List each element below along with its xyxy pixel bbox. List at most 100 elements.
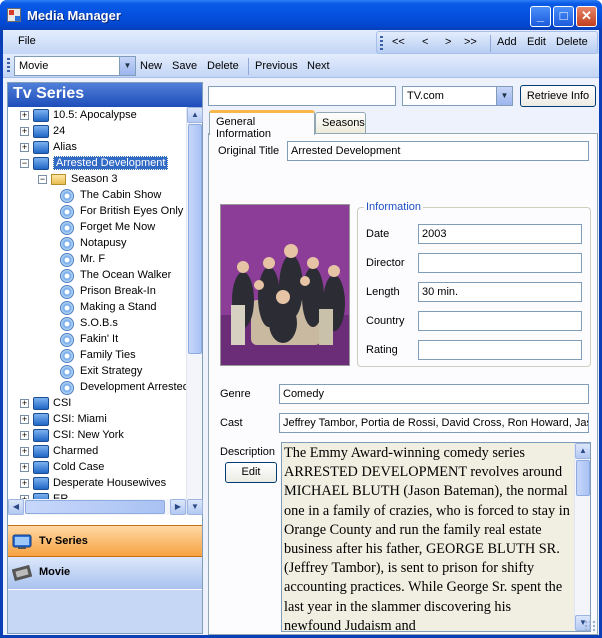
scroll-down-icon[interactable]: ▼	[187, 499, 203, 515]
tree-episode-item[interactable]: Exit Strategy	[8, 364, 186, 380]
original-title-field[interactable]: Arrested Development	[287, 141, 589, 161]
tree-series-item[interactable]: + CSI	[8, 396, 186, 412]
scroll-thumb[interactable]	[25, 500, 165, 514]
tree-vertical-scrollbar[interactable]: ▲ ▼	[186, 107, 203, 515]
menu-file[interactable]: File	[18, 35, 36, 47]
tree-series-item[interactable]: + Charmed	[8, 444, 186, 460]
tree-series-item[interactable]: − Arrested Development	[8, 156, 186, 172]
movie-nav-button[interactable]: Movie	[8, 557, 202, 589]
scroll-thumb[interactable]	[576, 460, 590, 496]
delete-button[interactable]: Delete	[207, 60, 239, 72]
next-button[interactable]: Next	[307, 60, 330, 72]
tree-episode-item[interactable]: Mr. F	[8, 252, 186, 268]
media-manager-icon[interactable]	[7, 8, 21, 22]
tree-item-label: Arrested Development	[53, 156, 169, 170]
folder-icon	[51, 174, 66, 185]
first-record-button[interactable]: <<	[392, 36, 405, 48]
expand-icon[interactable]: +	[20, 447, 29, 456]
genre-field[interactable]: Comedy	[279, 384, 589, 404]
scroll-up-icon[interactable]: ▲	[575, 443, 590, 459]
tree-episode-item[interactable]: The Cabin Show	[8, 188, 186, 204]
tree-episode-item[interactable]: The Ocean Walker	[8, 268, 186, 284]
tree-item-label: The Ocean Walker	[80, 269, 172, 281]
edit-record-button[interactable]: Edit	[527, 36, 546, 48]
rating-field[interactable]	[418, 340, 582, 360]
scroll-left-icon[interactable]: ◀	[8, 499, 24, 515]
expand-icon[interactable]: +	[20, 431, 29, 440]
retrieve-info-button[interactable]: Retrieve Info	[520, 85, 596, 107]
toolstrip-grip[interactable]	[7, 58, 10, 73]
series-tree[interactable]: +10.5: Apocalypse +24 + Alias − Arrested Deve…	[8, 107, 186, 515]
tree-series-item[interactable]: +24	[8, 124, 186, 140]
tree-episode-item[interactable]: Forget Me Now	[8, 220, 186, 236]
length-field[interactable]: 30 min.	[418, 282, 582, 302]
title-bar[interactable]: Media Manager _ □ ✕	[0, 0, 602, 30]
tree-series-item[interactable]: + Cold Case	[8, 460, 186, 476]
disc-icon	[60, 301, 74, 315]
tab-seasons[interactable]: Seasons	[315, 112, 366, 134]
scroll-thumb[interactable]	[188, 124, 202, 354]
save-button[interactable]: Save	[172, 60, 197, 72]
tree-episode-item[interactable]: Making a Stand	[8, 300, 186, 316]
genre-label: Genre	[220, 388, 251, 400]
description-textarea[interactable]: The Emmy Award-winning comedy series ARR…	[281, 442, 591, 632]
new-button[interactable]: New	[140, 60, 162, 72]
previous-button[interactable]: Previous	[255, 60, 298, 72]
director-field[interactable]	[418, 253, 582, 273]
scroll-up-icon[interactable]: ▲	[187, 107, 203, 123]
tree-item-label: CSI: New York	[53, 429, 124, 441]
next-record-button[interactable]: >	[445, 36, 451, 48]
cast-field[interactable]: Jeffrey Tambor, Portia de Rossi, David C…	[279, 413, 589, 433]
maximize-button[interactable]: □	[553, 6, 574, 27]
add-button[interactable]: Add	[497, 36, 517, 48]
expand-icon[interactable]: +	[20, 143, 29, 152]
media-type-select[interactable]: Movie ▼	[14, 56, 136, 76]
tree-horizontal-scrollbar[interactable]: ◀ ▶	[8, 499, 186, 515]
tree-episode-item[interactable]: Prison Break-In	[8, 284, 186, 300]
tree-series-item[interactable]: + Desperate Housewives	[8, 476, 186, 492]
toolstrip-grip[interactable]	[380, 36, 383, 51]
close-button[interactable]: ✕	[576, 6, 597, 27]
country-field[interactable]	[418, 311, 582, 331]
tree-item-label: CSI: Miami	[53, 413, 107, 425]
collapse-icon[interactable]: −	[38, 175, 47, 184]
cast-photo	[221, 205, 349, 365]
source-select[interactable]: TV.com ▼	[402, 86, 513, 106]
expand-icon[interactable]: +	[20, 111, 29, 120]
expand-icon[interactable]: +	[20, 127, 29, 136]
chevron-down-icon[interactable]: ▼	[496, 87, 512, 105]
tv-icon	[33, 461, 49, 474]
tree-series-item[interactable]: + Alias	[8, 140, 186, 156]
expand-icon[interactable]: +	[20, 415, 29, 424]
chevron-down-icon[interactable]: ▼	[119, 57, 135, 75]
tree-episode-item[interactable]: Fakin' It	[8, 332, 186, 348]
retrieve-url-input[interactable]	[208, 86, 396, 106]
tree-episode-item[interactable]: For British Eyes Only	[8, 204, 186, 220]
tab-general-information[interactable]: General Information	[209, 110, 315, 140]
library-panel: Tv Series +10.5: Apocalypse +24 + Alias − Arr…	[7, 82, 203, 634]
previous-record-button[interactable]: <	[422, 36, 428, 48]
tree-episode-item[interactable]: Development Arrested	[8, 380, 186, 396]
minimize-button[interactable]: _	[530, 6, 551, 27]
tree-episode-item[interactable]: S.O.B.s	[8, 316, 186, 332]
tree-series-item[interactable]: +10.5: Apocalypse	[8, 108, 186, 124]
edit-description-button[interactable]: Edit	[225, 462, 277, 483]
expand-icon[interactable]: +	[20, 399, 29, 408]
tree-series-item[interactable]: + CSI: Miami	[8, 412, 186, 428]
tree-episode-item[interactable]: Family Ties	[8, 348, 186, 364]
date-field[interactable]: 2003	[418, 224, 582, 244]
last-record-button[interactable]: >>	[464, 36, 477, 48]
tv-icon	[33, 141, 49, 154]
expand-icon[interactable]: +	[20, 463, 29, 472]
resize-grip-icon[interactable]	[584, 620, 596, 632]
collapse-icon[interactable]: −	[20, 159, 29, 168]
tree-series-item[interactable]: + CSI: New York	[8, 428, 186, 444]
delete-record-button[interactable]: Delete	[556, 36, 588, 48]
expand-icon[interactable]: +	[20, 479, 29, 488]
description-scrollbar[interactable]: ▲ ▼	[574, 443, 590, 631]
scroll-right-icon[interactable]: ▶	[170, 499, 186, 515]
tree-episode-item[interactable]: Notapusy	[8, 236, 186, 252]
tree-item-label: S.O.B.s	[80, 317, 118, 329]
tree-season-item[interactable]: − Season 3	[8, 172, 186, 188]
tv-series-nav-button[interactable]: Tv Series	[8, 525, 202, 557]
